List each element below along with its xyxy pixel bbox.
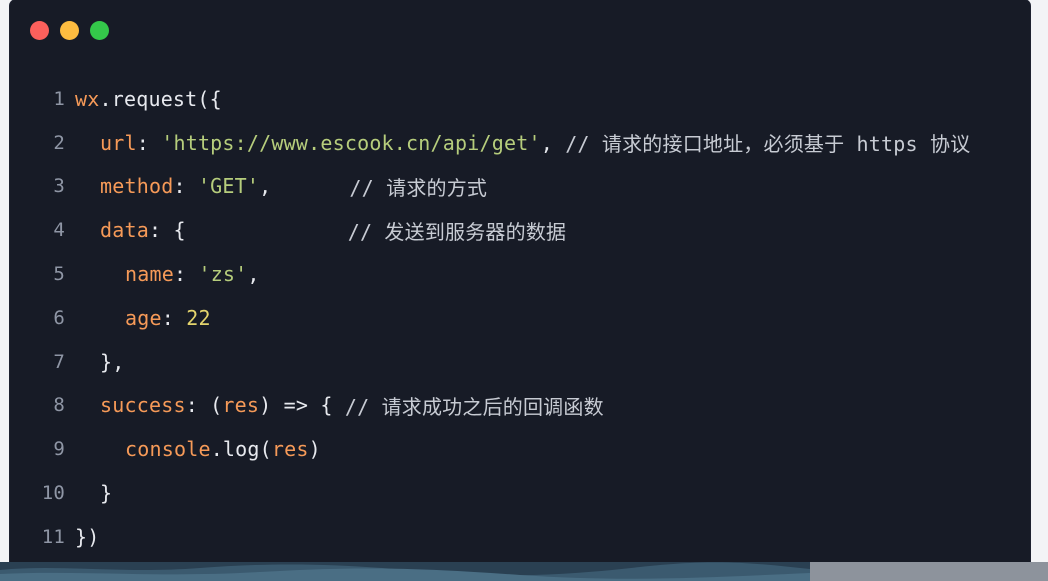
code-line-2: 2 url: 'https://www.escook.cn/api/get', /… xyxy=(10,121,1030,165)
window-controls xyxy=(30,21,109,40)
code-token-punct: } xyxy=(100,481,113,506)
page: 1 wx .request({ 2 url: 'https://www.escook.… xyxy=(0,0,1048,581)
code-token-punct: , xyxy=(259,174,272,199)
code-token-key: name xyxy=(125,262,174,287)
code-token-param: res xyxy=(271,437,309,462)
line-number: 8 xyxy=(53,394,65,417)
code-line-7: 7}, xyxy=(10,340,1030,384)
code-token-number: 22 xyxy=(186,305,211,330)
code-line-8: 8 success: (res) => { // 请求成功之后的回调函数 xyxy=(10,384,1030,428)
code-token-object: console xyxy=(125,437,211,462)
video-overlay-strip xyxy=(0,562,1048,581)
code-line-3: 3 method: 'GET', // 请求的方式 xyxy=(10,165,1030,209)
code-token-punct: }, xyxy=(100,349,125,374)
video-overlay-right xyxy=(810,562,1048,581)
line-number: 4 xyxy=(53,219,65,242)
line-number: 9 xyxy=(53,438,65,461)
code-token-call: .log( xyxy=(210,437,272,462)
code-line-5: 5 name: 'zs', xyxy=(10,252,1030,296)
line-number: 3 xyxy=(53,175,65,198)
code-token-key: url xyxy=(100,130,137,155)
code-token-sep: : xyxy=(136,130,162,155)
code-token-key: success xyxy=(100,393,186,418)
code-token-sep: : ( xyxy=(185,393,223,418)
code-comment: // 请求的方式 xyxy=(349,175,488,200)
code-token-param: res xyxy=(222,393,260,418)
code-token-call: .request({ xyxy=(99,86,222,111)
code-token-punct: ) => { xyxy=(259,393,345,418)
code-comment: // 发送到服务器的数据 xyxy=(347,219,567,244)
code-token-sep: : { xyxy=(148,218,186,243)
code-block: 1 wx .request({ 2 url: 'https://www.escook.… xyxy=(10,77,1030,559)
code-token-string: 'GET' xyxy=(197,174,260,199)
code-token-sep: : xyxy=(173,174,198,199)
minimize-dot-icon[interactable] xyxy=(60,21,79,40)
line-number: 10 xyxy=(41,482,65,505)
line-number: 11 xyxy=(41,525,65,548)
line-number: 2 xyxy=(53,131,65,154)
code-token-string: 'https://www.escook.cn/api/get' xyxy=(161,130,541,155)
code-window: 1 wx .request({ 2 url: 'https://www.escook.… xyxy=(10,0,1030,581)
code-token-key: method xyxy=(100,174,174,199)
code-line-11: 11}) xyxy=(10,515,1030,559)
close-dot-icon[interactable] xyxy=(30,21,49,40)
code-token-punct: }) xyxy=(75,524,100,549)
code-token-sep: : xyxy=(161,305,187,330)
code-token-string: 'zs' xyxy=(198,262,248,287)
code-line-1: 1 wx .request({ xyxy=(10,77,1030,121)
line-number: 7 xyxy=(53,350,65,373)
code-token-punct: , xyxy=(247,262,260,287)
line-number: 6 xyxy=(53,306,65,329)
maximize-dot-icon[interactable] xyxy=(90,21,109,40)
code-line-9: 9 console .log(res) xyxy=(10,427,1030,471)
line-number: 1 xyxy=(53,87,65,110)
code-token-sep: : xyxy=(173,262,199,287)
code-token-object: wx xyxy=(75,86,100,111)
code-line-6: 6 age: 22 xyxy=(10,296,1030,340)
code-token-key: age xyxy=(125,305,162,330)
code-comment: // 请求成功之后的回调函数 xyxy=(344,394,604,419)
line-number: 5 xyxy=(53,263,65,286)
code-token-key: data xyxy=(100,218,149,243)
code-token-punct: ) xyxy=(308,437,321,462)
code-line-4: 4 data: { // 发送到服务器的数据 xyxy=(10,208,1030,252)
code-comment: // 请求的接口地址，必须基于 https 协议 xyxy=(565,132,971,157)
code-line-10: 10} xyxy=(10,471,1030,515)
code-token-punct: , xyxy=(540,130,566,155)
